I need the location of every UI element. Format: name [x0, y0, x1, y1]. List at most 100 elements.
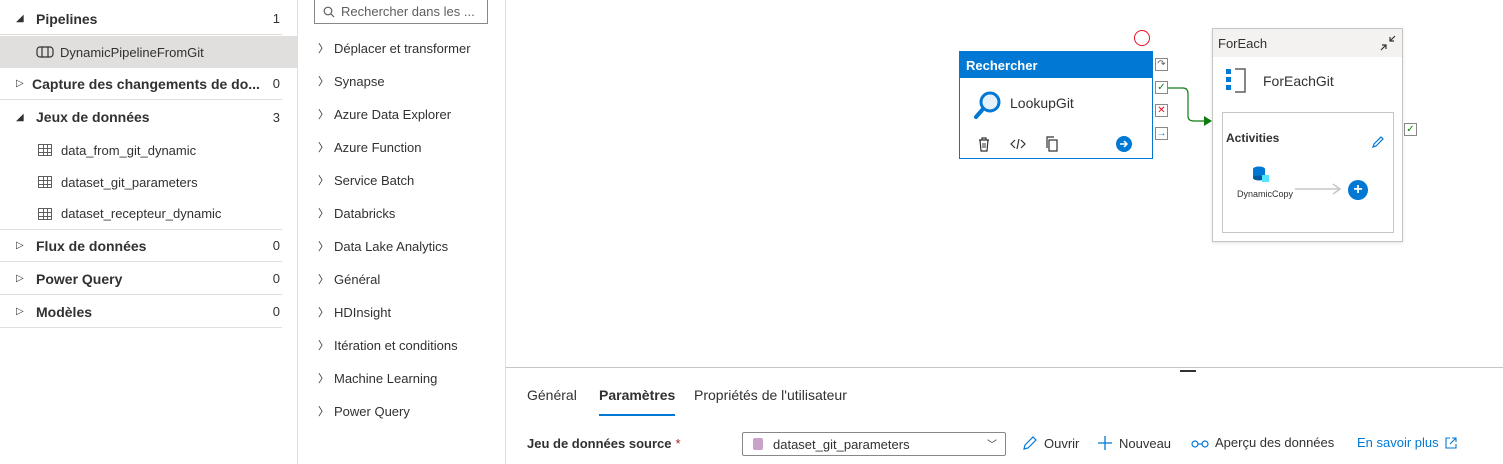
tree-dataflows[interactable]: ▷ Flux de données 0 — [0, 230, 282, 262]
external-link-icon — [1445, 436, 1457, 449]
foreach-inner-activities[interactable]: Activities DynamicCopy + — [1222, 112, 1394, 233]
activity-group[interactable]: 〉 Azure Function — [318, 136, 421, 158]
tree-cdc-label: Capture des changements de do... — [32, 75, 260, 92]
learn-more-label: En savoir plus — [1357, 435, 1439, 450]
tab-general[interactable]: Général — [527, 387, 577, 411]
activities-panel: Rechercher dans les ... 〉 Déplacer et tra… — [298, 0, 506, 464]
tree-pipelines-label: Pipelines — [36, 10, 98, 27]
edit-pencil-icon — [1023, 436, 1037, 450]
learn-more-link[interactable]: En savoir plus — [1357, 435, 1457, 450]
lookup-icon — [974, 91, 1001, 119]
tab-settings[interactable]: Paramètres — [599, 387, 676, 416]
tree-pipelines[interactable]: ◢ Pipelines 1 — [0, 3, 282, 35]
tree-templates-label: Modèles — [36, 303, 93, 320]
activity-group[interactable]: 〉 HDInsight — [318, 301, 391, 323]
caret-down-icon[interactable]: ◢ — [16, 13, 28, 24]
source-dataset-select[interactable]: dataset_git_parameters ﹀ — [742, 432, 1006, 456]
lookup-activity[interactable]: Rechercher LookupGit — [959, 51, 1153, 159]
activity-group[interactable]: 〉 Déplacer et transformer — [318, 37, 471, 59]
table-icon — [38, 176, 52, 188]
activity-group-label: Synapse — [334, 73, 385, 89]
chevron-right-icon: 〉 — [318, 109, 329, 121]
preview-data-button[interactable]: Aperçu des données — [1191, 435, 1334, 450]
completion-output-icon[interactable]: → — [1155, 127, 1168, 140]
tree-cdc-count: 0 — [272, 76, 280, 91]
open-button[interactable]: Ouvrir — [1022, 435, 1079, 451]
tree-powerquery-label: Power Query — [36, 270, 123, 287]
collapse-icon[interactable] — [1380, 35, 1396, 51]
inner-arrow — [1295, 183, 1342, 195]
activity-group[interactable]: 〉 Data Lake Analytics — [318, 235, 448, 257]
pipeline-icon — [36, 46, 54, 58]
chevron-right-icon: 〉 — [318, 307, 329, 319]
tree-item-dataset[interactable]: data_from_git_dynamic — [0, 134, 282, 166]
activity-group[interactable]: 〉 Général — [318, 268, 380, 290]
tree-dataflows-count: 0 — [272, 238, 280, 253]
success-output-icon[interactable]: ✓ — [1155, 81, 1168, 94]
dataset-icon — [753, 438, 763, 450]
code-icon[interactable] — [1010, 136, 1026, 152]
caret-right-icon[interactable]: ▷ — [16, 240, 28, 251]
activity-group[interactable]: 〉 Databricks — [318, 202, 395, 224]
open-button-label: Ouvrir — [1044, 435, 1080, 451]
skip-output-icon[interactable]: ↷ — [1155, 58, 1168, 71]
failure-output-icon[interactable]: ✕ — [1155, 104, 1168, 117]
tree-item-dataset[interactable]: dataset_recepteur_dynamic — [0, 198, 282, 230]
caret-right-icon[interactable]: ▷ — [16, 78, 28, 89]
activities-search-input[interactable]: Rechercher dans les ... — [314, 0, 488, 24]
lookup-activity-type: Rechercher — [960, 52, 1152, 78]
copy-icon[interactable] — [1044, 136, 1060, 152]
source-dataset-value: dataset_git_parameters — [773, 436, 910, 452]
activity-group[interactable]: 〉 Machine Learning — [318, 367, 437, 389]
activity-group[interactable]: 〉 Synapse — [318, 70, 385, 92]
tree-cdc[interactable]: ▷ Capture des changements de do... 0 — [0, 68, 282, 100]
table-icon — [38, 207, 52, 220]
tree-datasets[interactable]: ◢ Jeux de données 3 — [0, 101, 282, 133]
chevron-right-icon: 〉 — [318, 340, 329, 352]
activity-group[interactable]: 〉 Power Query — [318, 400, 410, 422]
tree-item-dataset-label: dataset_recepteur_dynamic — [61, 206, 222, 221]
source-dataset-label: Jeu de données source * — [527, 436, 681, 451]
preview-data-label: Aperçu des données — [1215, 435, 1335, 450]
tree-item-pipeline-label: DynamicPipelineFromGit — [60, 44, 204, 60]
chevron-down-icon: ﹀ — [987, 440, 997, 451]
tree-item-pipeline[interactable]: DynamicPipelineFromGit — [0, 36, 298, 68]
caret-right-icon[interactable]: ▷ — [16, 306, 28, 317]
inner-activity-name: DynamicCopy — [1237, 189, 1294, 199]
foreach-success-output-icon[interactable]: ✓ — [1404, 123, 1417, 136]
activity-group-label: Databricks — [334, 205, 396, 221]
tree-pipelines-count: 1 — [272, 11, 280, 26]
activity-group-label: Général — [334, 271, 381, 287]
tree-item-dataset[interactable]: dataset_git_parameters — [0, 166, 282, 198]
caret-down-icon[interactable]: ◢ — [16, 112, 28, 123]
lookup-activity-name: LookupGit — [1010, 95, 1074, 111]
activity-group[interactable]: 〉 Azure Data Explorer — [318, 103, 451, 125]
chevron-right-icon: 〉 — [318, 274, 329, 286]
activity-group[interactable]: 〉 Itération et conditions — [318, 334, 458, 356]
plus-icon — [1098, 436, 1112, 450]
activity-group[interactable]: 〉 Service Batch — [318, 169, 414, 191]
activity-group-label: Azure Data Explorer — [334, 106, 452, 122]
tree-item-dataset-label: data_from_git_dynamic — [61, 142, 197, 158]
search-icon — [323, 6, 335, 17]
tree-item-dataset-label: dataset_git_parameters — [61, 174, 198, 190]
foreach-activity-name: ForEachGit — [1263, 73, 1334, 89]
tree-powerquery[interactable]: ▷ Power Query 0 — [0, 263, 282, 295]
open-activity-icon[interactable] — [1116, 136, 1132, 152]
caret-right-icon[interactable]: ▷ — [16, 273, 28, 284]
tab-user-properties[interactable]: Propriétés de l'utilisateur — [694, 387, 847, 411]
chevron-right-icon: 〉 — [318, 406, 329, 418]
error-indicator-icon — [1134, 30, 1150, 46]
add-activity-button[interactable]: + — [1348, 180, 1368, 200]
new-button[interactable]: Nouveau — [1097, 435, 1171, 451]
inner-activities-title: Activities — [1226, 131, 1280, 145]
tree-templates[interactable]: ▷ Modèles 0 — [0, 296, 282, 328]
source-dataset-label-text: Jeu de données source — [527, 436, 672, 451]
edit-pencil-icon[interactable] — [1371, 135, 1385, 149]
copy-data-icon — [1253, 166, 1269, 182]
tree-datasets-label: Jeux de données — [36, 109, 150, 125]
new-button-label: Nouveau — [1119, 435, 1172, 451]
delete-icon[interactable] — [976, 136, 992, 152]
foreach-activity[interactable]: ForEach ForEachGit Activities DynamicCop… — [1212, 28, 1403, 242]
success-connector-arrow — [1167, 87, 1212, 126]
